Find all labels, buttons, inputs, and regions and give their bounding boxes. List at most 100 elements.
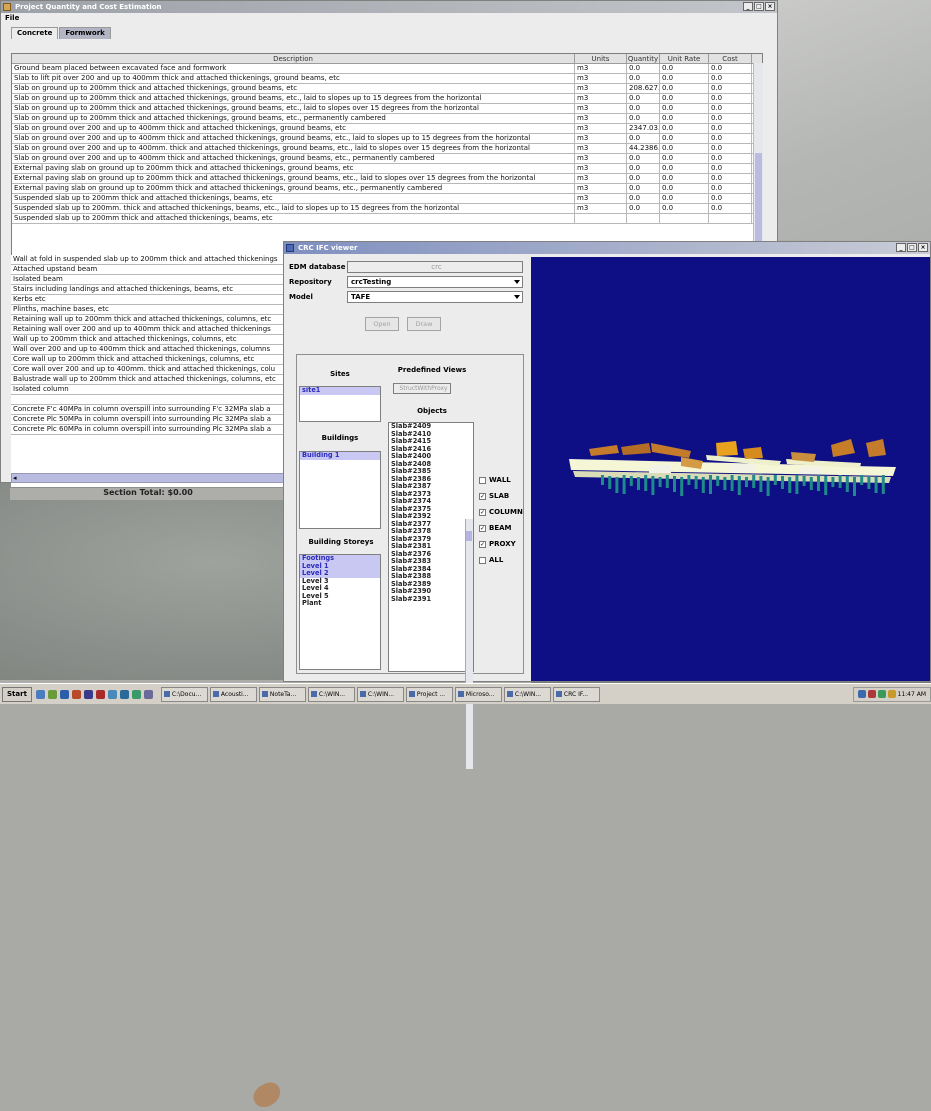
table-cell[interactable]: m3 (575, 104, 627, 113)
open-button[interactable]: Open (365, 317, 399, 331)
table-cell[interactable]: 0.0 (627, 204, 660, 213)
quicklaunch-icon[interactable] (59, 689, 69, 699)
table-cell[interactable]: m3 (575, 134, 627, 143)
sites-list[interactable]: site1 (299, 386, 381, 422)
table-cell[interactable] (627, 214, 660, 223)
table-cell[interactable]: External paving slab on ground up to 200… (12, 184, 575, 193)
table-cell[interactable] (660, 214, 709, 223)
taskbar-button[interactable]: Microso... (454, 686, 502, 702)
table-cell[interactable]: Slab on ground over 200 and up to 400mm … (12, 124, 575, 133)
table-row[interactable]: External paving slab on ground up to 200… (12, 174, 762, 184)
table-row[interactable]: Slab to lift pit over 200 and up to 400m… (12, 74, 762, 84)
table-row[interactable]: Wall up to 200mm thick and attached thic… (11, 335, 287, 345)
viewer-minimize-button[interactable]: _ (896, 243, 906, 252)
taskbar-button[interactable]: Acousti... (209, 686, 257, 702)
table-cell[interactable]: m3 (575, 124, 627, 133)
table-row[interactable]: Kerbs etc (11, 295, 287, 305)
taskbar-button[interactable]: Project ... (405, 686, 453, 702)
table-row[interactable]: Concrete Plc 60MPa in column overspill i… (11, 425, 287, 435)
table-cell[interactable]: 0.0 (660, 164, 709, 173)
tray-icon[interactable] (867, 690, 876, 698)
table-row[interactable]: External paving slab on ground up to 200… (12, 164, 762, 174)
table-row[interactable]: Plinths, machine bases, etc (11, 305, 287, 315)
table-row[interactable]: Concrete F'c 40MPa in column overspill i… (11, 405, 287, 415)
table-cell[interactable]: 0.0 (660, 184, 709, 193)
table-cell[interactable]: 0.0 (627, 64, 660, 73)
viewer-titlebar[interactable]: CRC IFC viewer _ □ × (284, 242, 930, 254)
objects-list[interactable]: Slab#2409 Slab#2410 Slab#2415 Slab#2416 Slab… (388, 422, 474, 672)
table-cell[interactable]: Slab on ground over 200 and up to 400mm.… (12, 144, 575, 153)
table-cell[interactable]: 0.0 (660, 194, 709, 203)
table-cell[interactable]: 0.0 (709, 64, 752, 73)
tray-icon[interactable] (887, 690, 896, 698)
table-cell[interactable]: 0.0 (709, 194, 752, 203)
table-row[interactable]: Slab on ground up to 200mm thick and att… (12, 94, 762, 104)
table-cell[interactable]: 0.0 (660, 204, 709, 213)
table-row[interactable]: Slab on ground up to 200mm thick and att… (12, 84, 762, 94)
table-cell[interactable] (709, 214, 752, 223)
table-row[interactable]: Core wall over 200 and up to 400mm. thic… (11, 365, 287, 375)
scroll-left-arrow-icon[interactable]: ◂ (13, 474, 17, 482)
start-button[interactable]: Start (2, 686, 32, 702)
table-cell[interactable]: 0.0 (709, 124, 752, 133)
close-button[interactable]: × (765, 2, 775, 11)
taskbar-button[interactable]: C:\WIN... (307, 686, 355, 702)
viewer-close-button[interactable]: × (918, 243, 928, 252)
table-cell[interactable]: 208.627... (627, 84, 660, 93)
tab-concrete[interactable]: Concrete (11, 27, 59, 39)
table-cell[interactable]: m3 (575, 154, 627, 163)
table-cell[interactable]: 44.2386... (627, 144, 660, 153)
filter-checkbox-all[interactable]: ALL (479, 556, 503, 564)
table-cell[interactable]: 0.0 (709, 164, 752, 173)
table-row[interactable]: Retaining wall over 200 and up to 400mm … (11, 325, 287, 335)
column-header-units[interactable]: Units (575, 54, 627, 63)
table-cell[interactable]: External paving slab on ground up to 200… (12, 164, 575, 173)
table-cell[interactable]: 0.0 (709, 94, 752, 103)
check-icon[interactable]: ✓ (479, 508, 486, 516)
table-row[interactable]: Slab on ground over 200 and up to 400mm … (12, 134, 762, 144)
check-icon[interactable]: ✓ (479, 540, 486, 548)
table-row[interactable]: Isolated column (11, 385, 287, 395)
table-cell[interactable]: Slab on ground up to 200mm thick and att… (12, 114, 575, 123)
table-cell[interactable]: Suspended slab up to 200mm. thick and at… (12, 204, 575, 213)
table-cell[interactable]: 0.0 (709, 184, 752, 193)
check-icon[interactable]: ✓ (479, 492, 486, 500)
objects-scroll-thumb[interactable] (466, 531, 472, 541)
table-row[interactable]: Retaining wall up to 200mm thick and att… (11, 315, 287, 325)
table-row[interactable]: Stairs including landings and attached t… (11, 285, 287, 295)
table-row[interactable]: Isolated beam (11, 275, 287, 285)
list-item[interactable]: site1 (300, 387, 380, 395)
quicklaunch-icon[interactable] (143, 689, 153, 699)
table-cell[interactable]: Slab on ground up to 200mm thick and att… (12, 94, 575, 103)
table-cell[interactable]: 0.0 (627, 194, 660, 203)
table-cell[interactable] (575, 214, 627, 223)
table-row[interactable]: Wall over 200 and up to 400mm thick and … (11, 345, 287, 355)
list-item[interactable]: Slab#2391 (389, 595, 473, 604)
quicklaunch-icon[interactable] (131, 689, 141, 699)
table-row[interactable]: Ground beam placed between excavated fac… (12, 64, 762, 74)
table-cell[interactable]: m3 (575, 204, 627, 213)
empty-checkbox-icon[interactable] (479, 476, 486, 484)
table-cell[interactable]: 0.0 (660, 144, 709, 153)
table-cell[interactable]: Slab on ground over 200 and up to 400mm … (12, 134, 575, 143)
filter-checkbox-beam[interactable]: ✓ BEAM (479, 524, 512, 532)
table-cell[interactable]: m3 (575, 144, 627, 153)
taskbar-button[interactable]: C:\WIN... (356, 686, 404, 702)
table-cell[interactable]: 0.0 (709, 114, 752, 123)
table-cell[interactable]: External paving slab on ground up to 200… (12, 174, 575, 183)
table-cell[interactable]: m3 (575, 74, 627, 83)
table-cell[interactable]: 0.0 (660, 84, 709, 93)
table-row[interactable]: Balustrade wall up to 200mm thick and at… (11, 375, 287, 385)
viewer-maximize-button[interactable]: □ (907, 243, 917, 252)
model-select[interactable]: TAFE (347, 291, 523, 303)
estimation-titlebar[interactable]: Project Quantity and Cost Estimation _ □… (1, 1, 777, 13)
table-cell[interactable]: Slab on ground over 200 and up to 400mm … (12, 154, 575, 163)
table-cell[interactable]: 0.0 (709, 104, 752, 113)
maximize-button[interactable]: □ (754, 2, 764, 11)
quicklaunch-icon[interactable] (47, 689, 57, 699)
column-header-cost[interactable]: Cost (709, 54, 752, 63)
table-row[interactable]: Suspended slab up to 200mm thick and att… (12, 194, 762, 204)
table-cell[interactable]: m3 (575, 84, 627, 93)
filter-checkbox-column[interactable]: ✓ COLUMN (479, 508, 523, 516)
predefined-views-select[interactable]: StructWithProxy (393, 383, 451, 394)
